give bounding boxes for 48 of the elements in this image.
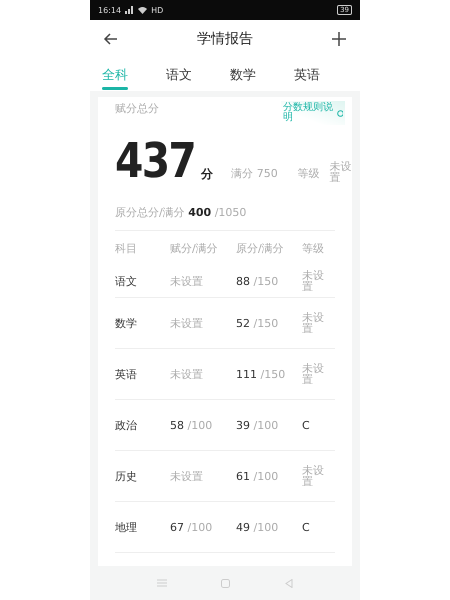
raw-total: 原分总分/满分 400 /1050	[115, 205, 248, 220]
raw-score-cell-text: 111 /150	[236, 368, 286, 380]
raw-score-cell-text: 52 /150	[236, 316, 280, 330]
signal-icon	[125, 6, 134, 14]
grade-cell-text: C	[302, 522, 311, 532]
raw-score-cell-text: 88 /150	[236, 274, 280, 288]
network-label: HD	[151, 6, 164, 14]
subject-cell-text: 政治	[115, 418, 138, 432]
column-header: 科目	[115, 240, 138, 256]
raw-score-cell-text: 39 /100	[236, 418, 280, 432]
subject-tab[interactable]: 数学	[226, 58, 290, 91]
subject-cell-text: 英语	[115, 366, 138, 382]
grade-cell-text: 未设置	[302, 465, 325, 487]
assigned-score-cell-text: 未设置	[170, 468, 204, 484]
grade-cell-text: C	[302, 420, 311, 430]
wifi-icon	[138, 6, 148, 14]
full-score: 满分 750	[231, 166, 278, 181]
subject-cell-text: 地理	[115, 520, 138, 534]
grade-label: 等级	[298, 166, 320, 181]
total-score: 437	[115, 139, 196, 183]
assigned-score-cell-text: 未设置	[170, 316, 204, 330]
grade-cell-text: 未设置	[302, 270, 325, 292]
assigned-score-cell-text: 未设置	[170, 366, 204, 382]
menu-icon[interactable]	[157, 579, 168, 587]
assigned-total-label: 赋分总分	[115, 101, 159, 116]
column-header: 等级	[302, 240, 325, 256]
back-nav-icon[interactable]	[284, 578, 293, 588]
page-title: 学情报告	[196, 30, 254, 48]
raw-score-cell-text: 49 /100	[236, 520, 280, 534]
subject-cell-text: 数学	[115, 316, 138, 330]
subject-cell-text: 语文	[115, 274, 138, 288]
score-unit: 分	[201, 166, 214, 183]
column-header: 原分/满分	[236, 240, 285, 256]
subject-cell-text: 历史	[115, 468, 138, 484]
home-icon[interactable]	[221, 578, 230, 588]
status-time: 16:14	[98, 6, 122, 14]
subject-tab[interactable]: 语文	[162, 58, 226, 91]
subject-tab[interactable]: 英语	[290, 58, 354, 91]
assigned-score-cell-text: 未设置	[170, 274, 204, 288]
grade-cell-text: 未设置	[302, 312, 325, 334]
add-icon[interactable]	[330, 30, 348, 48]
raw-score-cell-text: 61 /100	[236, 470, 280, 482]
info-icon	[337, 110, 343, 116]
grade-value: 未设置	[330, 161, 352, 183]
grade-cell-text: 未设置	[302, 363, 325, 385]
assigned-score-cell-text: 67 /100	[170, 520, 214, 534]
assigned-score-cell-text: 58 /100	[170, 418, 214, 432]
column-header: 赋分/满分	[170, 240, 219, 256]
